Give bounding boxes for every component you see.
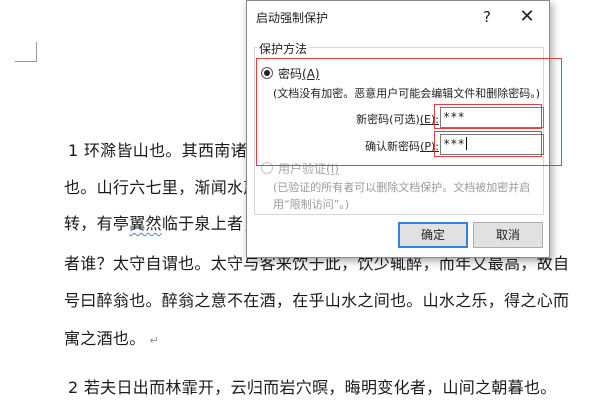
dialog-title: 启动强制保护	[256, 11, 329, 25]
highlight-box-confirm-password	[434, 131, 542, 157]
doc-line-6: 寓之酒也。 ↵	[64, 329, 159, 351]
doc-line-1: 1 环滁皆山也。其西南诸峰	[68, 141, 264, 160]
group-label: 保护方法	[257, 40, 310, 57]
help-icon[interactable]: ?	[473, 6, 501, 28]
highlight-box-new-password	[434, 104, 542, 129]
user-auth-description: (已验证的所有者可以删除文档保护。文档被加密并启用“限制访问”。)	[273, 181, 531, 211]
doc-line-5: 号曰醉翁也。醉翁之意不在酒，在乎山水之间也。山水之乐，得之心而	[64, 291, 570, 310]
doc-line-6-text: 寓之酒也。	[64, 329, 146, 348]
ok-button[interactable]: 确定	[398, 222, 468, 248]
margin-corner-mark	[15, 42, 37, 62]
close-icon[interactable]: ✕	[513, 6, 541, 28]
cancel-button[interactable]: 取消	[473, 222, 543, 248]
doc-line-7: 2 若夫日出而林霏开，云归而岩穴暝，晦明变化者，山间之朝暮也。	[68, 378, 557, 397]
paragraph-mark-icon: ↵	[149, 334, 160, 347]
dialog-titlebar[interactable]: 启动强制保护 ? ✕	[247, 1, 549, 32]
spellcheck-flagged-word[interactable]: 翼然	[129, 214, 162, 233]
